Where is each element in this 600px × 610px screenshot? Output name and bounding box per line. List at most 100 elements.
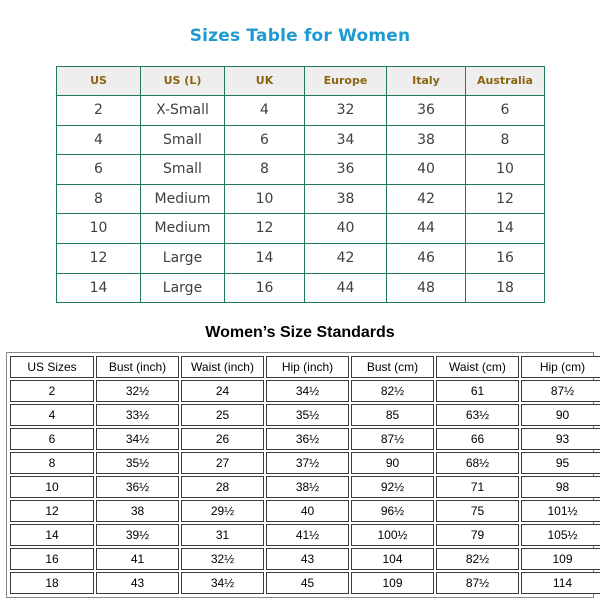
cell-europe: 42 — [304, 242, 387, 274]
column-header-us: US — [56, 66, 141, 96]
column-header-uk: UK — [224, 66, 305, 96]
cell-bust-inch: 35½ — [96, 452, 179, 474]
table-row: 10 Medium 12 40 44 14 — [56, 213, 545, 244]
cell-us: 10 — [56, 213, 141, 244]
column-header-hip-inch: Hip (inch) — [266, 356, 349, 378]
cell-us-letter: X-Small — [140, 95, 225, 126]
cell-waist-cm: 79 — [436, 524, 519, 546]
cell-us-size: 6 — [10, 428, 94, 450]
cell-australia: 16 — [465, 242, 545, 274]
cell-bust-cm: 92½ — [351, 476, 434, 498]
cell-hip-inch: 37½ — [266, 452, 349, 474]
cell-uk: 4 — [224, 95, 305, 126]
column-header-bust-cm: Bust (cm) — [351, 356, 434, 378]
table-row: 2 32½ 24 34½ 82½ 61 87½ — [10, 380, 600, 402]
cell-italy: 46 — [386, 242, 466, 274]
cell-australia: 10 — [465, 154, 545, 185]
cell-us: 4 — [56, 124, 141, 156]
cell-waist-cm: 68½ — [436, 452, 519, 474]
cell-italy: 44 — [386, 213, 466, 244]
table-header-row: US US (L) UK Europe Italy Australia — [56, 66, 545, 96]
cell-waist-inch: 31 — [181, 524, 264, 546]
cell-hip-cm: 95 — [521, 452, 600, 474]
cell-waist-cm: 71 — [436, 476, 519, 498]
table-row: 18 43 34½ 45 109 87½ 114 — [10, 572, 600, 594]
cell-hip-inch: 38½ — [266, 476, 349, 498]
cell-us-letter: Large — [140, 272, 225, 304]
cell-waist-inch: 25 — [181, 404, 264, 426]
cell-hip-cm: 114 — [521, 572, 600, 594]
cell-hip-inch: 34½ — [266, 380, 349, 402]
column-header-us-letter: US (L) — [140, 66, 225, 96]
sizes-table-for-women-container: US US (L) UK Europe Italy Australia 2 X-… — [56, 66, 545, 304]
cell-europe: 44 — [304, 272, 387, 304]
table-row: 12 Large 14 42 46 16 — [56, 242, 545, 274]
cell-us-letter: Small — [140, 124, 225, 156]
table-row: 12 38 29½ 40 96½ 75 101½ — [10, 500, 600, 522]
cell-waist-cm: 87½ — [436, 572, 519, 594]
cell-us-size: 14 — [10, 524, 94, 546]
cell-bust-cm: 109 — [351, 572, 434, 594]
sizes-table-for-women-title: Sizes Table for Women — [189, 26, 411, 46]
column-header-hip-cm: Hip (cm) — [521, 356, 600, 378]
table-row: 14 Large 16 44 48 18 — [56, 272, 545, 304]
cell-bust-inch: 39½ — [96, 524, 179, 546]
cell-waist-inch: 28 — [181, 476, 264, 498]
womens-size-standards-container: US Sizes Bust (inch) Waist (inch) Hip (i… — [6, 352, 600, 598]
womens-size-standards-table: US Sizes Bust (inch) Waist (inch) Hip (i… — [8, 354, 600, 596]
cell-italy: 42 — [386, 183, 466, 215]
cell-europe: 32 — [304, 95, 387, 126]
cell-hip-inch: 40 — [266, 500, 349, 522]
cell-bust-cm: 100½ — [351, 524, 434, 546]
cell-bust-cm: 104 — [351, 548, 434, 570]
cell-hip-cm: 105½ — [521, 524, 600, 546]
cell-uk: 16 — [224, 272, 305, 304]
cell-bust-cm: 90 — [351, 452, 434, 474]
cell-waist-inch: 32½ — [181, 548, 264, 570]
cell-europe: 40 — [304, 213, 387, 244]
table-row: 8 35½ 27 37½ 90 68½ 95 — [10, 452, 600, 474]
cell-bust-cm: 87½ — [351, 428, 434, 450]
cell-hip-cm: 98 — [521, 476, 600, 498]
column-header-waist-inch: Waist (inch) — [181, 356, 264, 378]
cell-europe: 34 — [304, 124, 387, 156]
cell-hip-inch: 45 — [266, 572, 349, 594]
cell-us-size: 2 — [10, 380, 94, 402]
cell-uk: 6 — [224, 124, 305, 156]
column-header-italy: Italy — [386, 66, 466, 96]
cell-us-size: 8 — [10, 452, 94, 474]
cell-bust-inch: 38 — [96, 500, 179, 522]
cell-uk: 12 — [224, 213, 305, 244]
cell-australia: 12 — [465, 183, 545, 215]
cell-hip-inch: 41½ — [266, 524, 349, 546]
cell-bust-inch: 43 — [96, 572, 179, 594]
cell-us: 6 — [56, 154, 141, 185]
cell-bust-inch: 36½ — [96, 476, 179, 498]
table-row: 4 Small 6 34 38 8 — [56, 124, 545, 156]
cell-us-letter: Large — [140, 242, 225, 274]
column-header-bust-inch: Bust (inch) — [96, 356, 179, 378]
cell-hip-cm: 90 — [521, 404, 600, 426]
cell-italy: 36 — [386, 95, 466, 126]
cell-bust-inch: 41 — [96, 548, 179, 570]
cell-us-size: 18 — [10, 572, 94, 594]
cell-bust-inch: 34½ — [96, 428, 179, 450]
cell-waist-cm: 75 — [436, 500, 519, 522]
cell-us: 12 — [56, 242, 141, 274]
table-row: 14 39½ 31 41½ 100½ 79 105½ — [10, 524, 600, 546]
cell-italy: 40 — [386, 154, 466, 185]
cell-australia: 6 — [465, 95, 545, 126]
cell-us-size: 16 — [10, 548, 94, 570]
cell-us-letter: Medium — [140, 183, 225, 215]
cell-hip-inch: 43 — [266, 548, 349, 570]
cell-bust-cm: 85 — [351, 404, 434, 426]
table-row: 4 33½ 25 35½ 85 63½ 90 — [10, 404, 600, 426]
table-row: 2 X-Small 4 32 36 6 — [56, 95, 545, 126]
sizes-table-for-women: US US (L) UK Europe Italy Australia 2 X-… — [56, 66, 545, 304]
cell-us-size: 4 — [10, 404, 94, 426]
table-header-row: US Sizes Bust (inch) Waist (inch) Hip (i… — [10, 356, 600, 378]
table-row: 16 41 32½ 43 104 82½ 109 — [10, 548, 600, 570]
cell-europe: 38 — [304, 183, 387, 215]
cell-us-letter: Medium — [140, 213, 225, 244]
table-row: 6 34½ 26 36½ 87½ 66 93 — [10, 428, 600, 450]
